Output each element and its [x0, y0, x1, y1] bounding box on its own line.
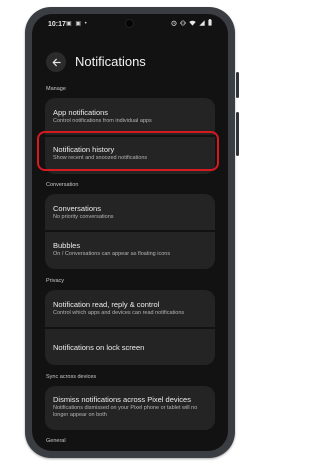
- privacy-card: Notification read, reply & control Contr…: [45, 290, 215, 365]
- list-item-notification-read-reply[interactable]: Notification read, reply & control Contr…: [45, 290, 215, 327]
- section-label-conversation: Conversation: [46, 182, 79, 188]
- list-item-dismiss-across-devices[interactable]: Dismiss notifications across Pixel devic…: [45, 386, 215, 430]
- signal-icon: [199, 19, 205, 26]
- item-title: Notifications on lock screen: [53, 343, 145, 352]
- item-title: Dismiss notifications across Pixel devic…: [53, 395, 191, 404]
- app-bar: Notifications: [32, 42, 228, 82]
- section-label-privacy: Privacy: [46, 278, 65, 284]
- list-item-bubbles[interactable]: Bubbles On / Conversations can appear as…: [45, 232, 215, 269]
- wifi-icon: [189, 20, 196, 26]
- highlight-box: [37, 131, 219, 171]
- item-title: App notifications: [53, 108, 109, 117]
- section-label-sync: Sync across devices: [46, 374, 97, 380]
- battery-icon: [208, 19, 212, 26]
- list-item-lock-screen[interactable]: Notifications on lock screen: [45, 329, 215, 365]
- status-time: 10:17: [48, 21, 66, 28]
- sync-card: Dismiss notifications across Pixel devic…: [45, 386, 215, 430]
- item-title: Bubbles: [53, 241, 81, 250]
- list-item-app-notifications[interactable]: App notifications Control notifications …: [45, 98, 215, 135]
- item-subtitle: Control which apps and devices can read …: [53, 310, 185, 316]
- status-bar: 10:17 ▣ ▣ •: [32, 14, 228, 32]
- status-notification-icons: ▣ ▣ •: [66, 21, 88, 27]
- volume-button: [236, 112, 239, 156]
- section-label-manage: Manage: [46, 86, 66, 92]
- item-subtitle: Control notifications from individual ap…: [53, 118, 152, 124]
- item-title: Conversations: [53, 204, 101, 213]
- item-subtitle: On / Conversations can appear as floatin…: [53, 251, 171, 257]
- item-title: Notification read, reply & control: [53, 300, 160, 309]
- section-label-general: General: [46, 438, 66, 444]
- back-button[interactable]: [46, 52, 66, 72]
- phone-screen: 10:17 ▣ ▣ • Notifications Manage App not…: [32, 14, 228, 451]
- alarm-icon: [171, 20, 177, 26]
- vibrate-icon: [180, 20, 186, 25]
- camera-hole: [126, 20, 133, 27]
- conversation-card: Conversations No priority conversations …: [45, 194, 215, 269]
- arrow-back-icon: [52, 58, 61, 66]
- item-subtitle: No priority conversations: [53, 214, 114, 220]
- page-title: Notifications: [75, 54, 146, 69]
- power-button: [236, 72, 239, 98]
- item-subtitle: Notifications dismissed on your Pixel ph…: [53, 405, 198, 418]
- list-item-conversations[interactable]: Conversations No priority conversations: [45, 194, 215, 230]
- status-icons: [171, 19, 212, 26]
